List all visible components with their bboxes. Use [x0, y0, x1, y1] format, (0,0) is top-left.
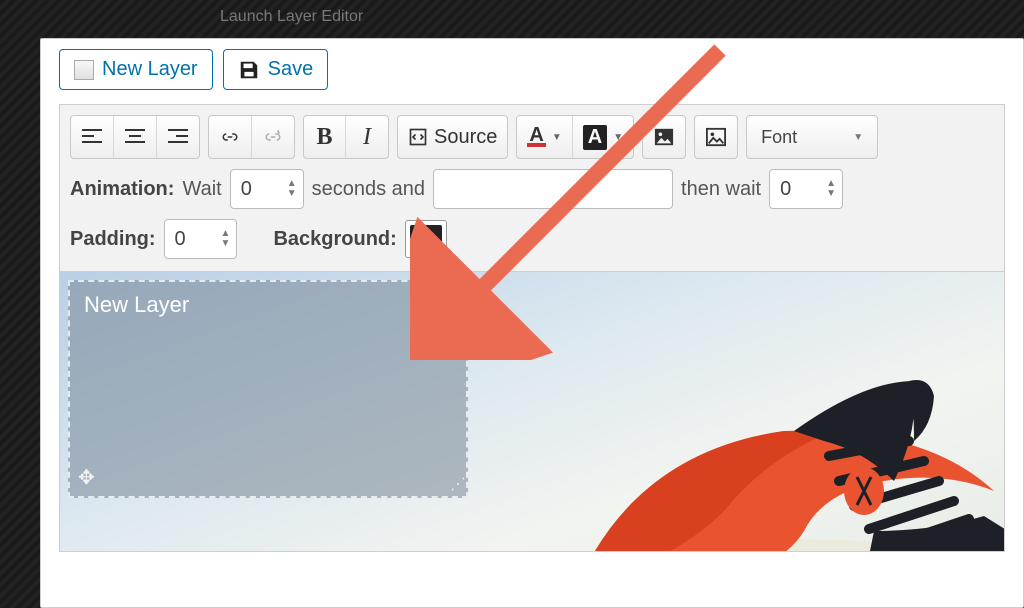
- link-icon: [219, 128, 241, 146]
- animation-type-select[interactable]: [433, 169, 673, 209]
- padding-label: Padding:: [70, 228, 156, 251]
- save-label: Save: [268, 58, 314, 81]
- unlink-icon: [262, 128, 284, 146]
- align-center-button[interactable]: [114, 116, 157, 158]
- close-icon[interactable]: ✕: [439, 290, 456, 315]
- source-label: Source: [434, 126, 497, 149]
- launch-layer-editor-button: Launch Layer Editor: [220, 8, 363, 26]
- wait-seconds-input[interactable]: [241, 178, 281, 201]
- unlink-button[interactable]: [252, 116, 294, 158]
- font-label: Font: [761, 127, 797, 148]
- layer-editor-window: New Layer Save: [40, 38, 1024, 608]
- align-left-icon: [81, 128, 103, 146]
- then-wait-stepper[interactable]: ▲▼: [769, 169, 843, 209]
- text-color-button[interactable]: A ▼: [517, 116, 572, 158]
- chevron-down-icon: ▼: [613, 132, 623, 143]
- padding-input[interactable]: [175, 228, 215, 251]
- chevron-down-icon: ▼: [552, 132, 562, 143]
- background-label: Background:: [273, 228, 396, 251]
- source-icon: [408, 127, 428, 147]
- rich-text-toolbar: B I Source A ▼ A ▼: [59, 104, 1005, 272]
- wait-label: Wait: [182, 178, 221, 201]
- italic-button[interactable]: I: [346, 116, 388, 158]
- image-fill-icon: [653, 127, 675, 147]
- stepper-arrows-icon[interactable]: ▲▼: [826, 179, 836, 199]
- link-button[interactable]: [209, 116, 252, 158]
- text-color-icon: A: [527, 127, 545, 147]
- align-center-icon: [124, 128, 146, 146]
- align-left-button[interactable]: [71, 116, 114, 158]
- top-action-bar: New Layer Save: [41, 39, 1023, 104]
- insert-image-outline-button[interactable]: [695, 116, 737, 158]
- bold-button[interactable]: B: [304, 116, 346, 158]
- font-dropdown[interactable]: Font ▼: [747, 116, 877, 158]
- resize-icon[interactable]: ⋰: [450, 474, 462, 494]
- layers-icon: [74, 60, 94, 80]
- image-outline-icon: [705, 127, 727, 147]
- align-right-icon: [167, 128, 189, 146]
- new-layer-label: New Layer: [102, 58, 198, 81]
- new-layer-button[interactable]: New Layer: [59, 49, 213, 90]
- save-icon: [238, 59, 260, 81]
- wait-seconds-stepper[interactable]: ▲▼: [230, 169, 304, 209]
- insert-image-button[interactable]: [643, 116, 685, 158]
- new-layer-box[interactable]: New Layer ✕ ✥ ⋰: [68, 280, 468, 498]
- stepper-arrows-icon[interactable]: ▲▼: [221, 229, 231, 249]
- background-color-swatch[interactable]: [405, 220, 447, 258]
- bg-color-button[interactable]: A ▼: [573, 116, 633, 158]
- source-button[interactable]: Source: [398, 116, 507, 158]
- layer-canvas[interactable]: New Layer ✕ ✥ ⋰: [59, 272, 1005, 552]
- chevron-down-icon: ▼: [853, 132, 863, 143]
- swatch-fill-icon: [410, 225, 442, 253]
- stepper-arrows-icon[interactable]: ▲▼: [287, 179, 297, 199]
- align-right-button[interactable]: [157, 116, 199, 158]
- bg-color-icon: A: [583, 125, 607, 150]
- then-wait-input[interactable]: [780, 178, 820, 201]
- slide-background-image: [464, 281, 1005, 552]
- save-button[interactable]: Save: [223, 49, 329, 90]
- move-icon[interactable]: ✥: [78, 465, 95, 490]
- animation-label: Animation:: [70, 178, 174, 201]
- layer-title[interactable]: New Layer: [70, 282, 466, 328]
- then-wait-label: then wait: [681, 178, 761, 201]
- padding-stepper[interactable]: ▲▼: [164, 219, 238, 259]
- seconds-and-label: seconds and: [312, 178, 425, 201]
